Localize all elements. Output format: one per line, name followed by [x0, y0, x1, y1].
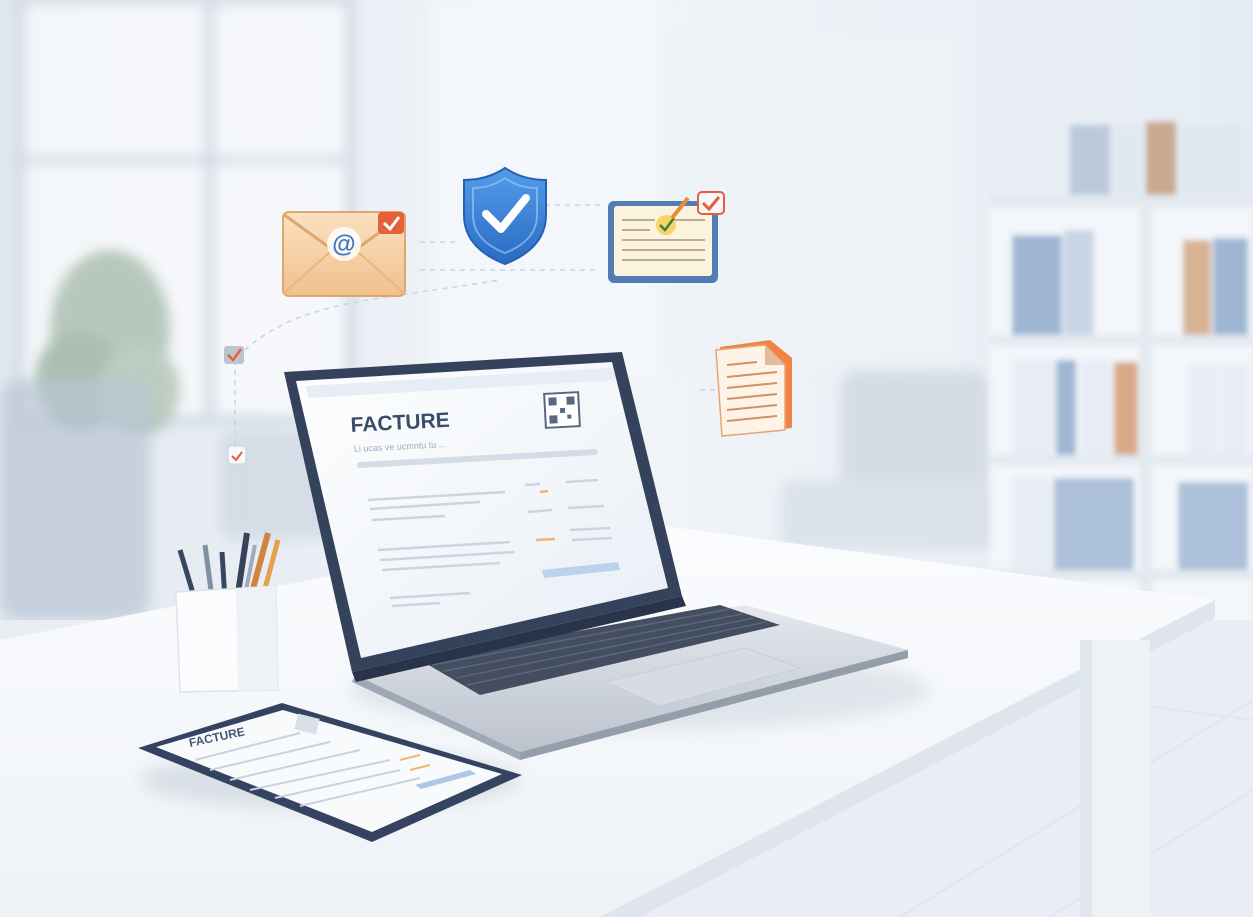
- office-scene: @ FACTURE Li ucas ve ucmntu tu ... FACTU…: [0, 0, 1253, 917]
